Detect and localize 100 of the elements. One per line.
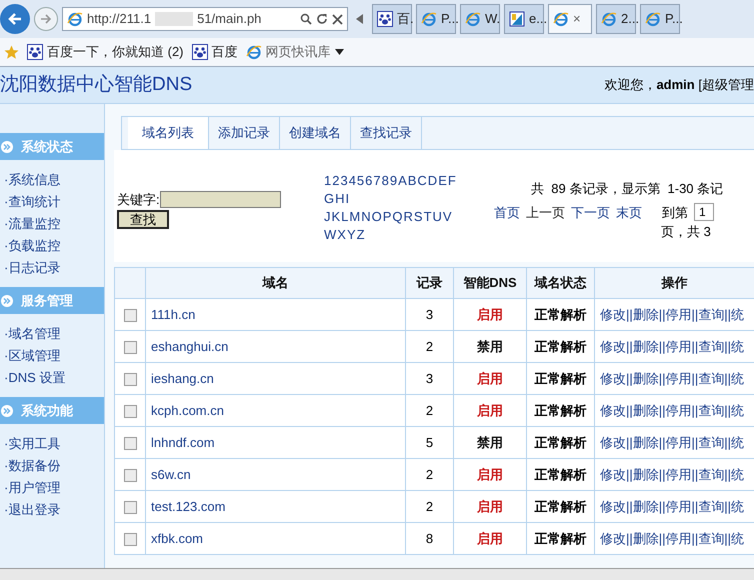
pager-link[interactable]: 末页 (616, 202, 642, 222)
keyword-label: 关键字: (117, 191, 160, 209)
table-cell: 正常解析 (526, 362, 594, 394)
column-header: 域名 (146, 268, 406, 298)
dns-status: 禁用 (454, 330, 526, 362)
sidebar-link[interactable]: ·数据备份 (0, 455, 104, 477)
record-summary: 共 89 条记录，显示第 1-30 条记 (530, 180, 724, 198)
document-icon (509, 11, 525, 27)
page-field[interactable]: 1 (694, 203, 714, 222)
paw-icon (27, 44, 43, 60)
keyword-field[interactable] (160, 191, 281, 208)
domain-link[interactable]: xfbk.com (146, 522, 406, 554)
paw-icon (377, 11, 393, 27)
sidebar-link[interactable]: ·负载监控 (0, 235, 104, 257)
url-text: http://211.1 (87, 10, 152, 28)
browser-logo-icon (465, 11, 481, 27)
paw-icon (192, 44, 208, 60)
domain-link[interactable]: ieshang.cn (146, 362, 406, 394)
sidebar-link[interactable]: ·DNS 设置 (0, 367, 104, 389)
dropdown-caret-icon[interactable] (334, 49, 344, 55)
table-cell: 8 (406, 522, 454, 554)
browser-logo-icon (67, 11, 83, 27)
search-icon[interactable] (300, 13, 312, 25)
sidebar-link[interactable]: ·流量监控 (0, 213, 104, 235)
table-cell: 2 (406, 490, 454, 522)
sidebar-link[interactable]: ·退出登录 (0, 499, 104, 521)
address-bar[interactable]: http://211.1 51/main.ph (62, 7, 348, 31)
table-cell: 正常解析 (526, 330, 594, 362)
sidebar-link[interactable]: ·日志记录 (0, 257, 104, 279)
close-icon[interactable] (332, 14, 343, 24)
table-cell: 2 (406, 330, 454, 362)
welcome-text: 欢迎您，admin [超级管理 (604, 76, 754, 94)
browser-logo-icon (246, 44, 262, 60)
browser-tab[interactable]: W. (460, 4, 500, 34)
page-count: 页，共 3 (660, 223, 712, 241)
column-header: 智能DNS (454, 268, 526, 298)
search-button[interactable]: 查找 (117, 210, 169, 229)
url-text: 51/main.ph (197, 10, 262, 28)
row-checkbox[interactable] (124, 500, 136, 514)
favorite-link[interactable]: 百度一下，你就知道 (2) (27, 42, 184, 62)
dns-status: 启用 (454, 362, 526, 394)
table-cell: 2 (406, 458, 454, 490)
browser-tab[interactable]: 百. (372, 4, 412, 34)
browser-logo-icon (553, 11, 569, 27)
browser-tab[interactable]: × (548, 4, 592, 34)
domain-link[interactable]: lnhndf.com (146, 426, 406, 458)
pager-link[interactable]: 下一页 (571, 202, 610, 222)
row-checkbox[interactable] (124, 404, 136, 418)
sidebar-link[interactable]: ·区域管理 (0, 345, 104, 367)
column-header: 记录 (406, 268, 454, 298)
row-checkbox[interactable] (124, 468, 136, 482)
row-checkbox[interactable] (124, 308, 136, 322)
sidebar-link[interactable]: ·用户管理 (0, 477, 104, 499)
browser-tab[interactable]: P... (416, 4, 456, 34)
back-arrow-icon (7, 11, 23, 27)
table-cell: 正常解析 (526, 490, 594, 522)
browser-tab[interactable]: P... (640, 4, 680, 34)
domain-link[interactable]: test.123.com (146, 490, 406, 522)
redaction-blur (155, 12, 194, 26)
domain-link[interactable]: eshanghui.cn (146, 330, 406, 362)
table-cell: 2 (406, 394, 454, 426)
dns-status: 启用 (454, 298, 526, 330)
sidebar-link[interactable]: ·系统信息 (0, 169, 104, 191)
site-title: 沈阳数据中心智能DNS (0, 72, 192, 97)
domain-link[interactable]: kcph.com.cn (146, 394, 406, 426)
row-checkbox[interactable] (124, 436, 136, 450)
index-letters[interactable]: 123456789ABCDEF (324, 172, 494, 190)
index-letters[interactable]: WXYZ (324, 226, 494, 244)
favorite-link[interactable]: 网页快讯库 (246, 42, 344, 62)
browser-logo-icon (645, 11, 661, 27)
pager-link[interactable]: 首页 (494, 202, 520, 222)
index-letters[interactable]: JKLMNOPQRSTUV (324, 208, 494, 226)
forward-button[interactable] (34, 7, 58, 31)
refresh-icon[interactable] (316, 13, 328, 25)
back-button[interactable] (0, 4, 30, 34)
table-cell: 正常解析 (526, 426, 594, 458)
browser-tab[interactable]: e... (504, 4, 544, 34)
index-letters[interactable]: GHI (324, 190, 494, 208)
table-cell: 正常解析 (526, 522, 594, 554)
table-cell: 3 (406, 362, 454, 394)
sidebar-link[interactable]: ·查询统计 (0, 191, 104, 213)
row-checkbox[interactable] (124, 372, 136, 386)
row-checkbox[interactable] (124, 532, 136, 546)
domain-link[interactable]: s6w.cn (146, 458, 406, 490)
dns-status: 启用 (454, 458, 526, 490)
browser-tab[interactable]: 2... (596, 4, 636, 34)
dns-status: 启用 (454, 490, 526, 522)
pager-link[interactable]: 上一页 (526, 202, 565, 222)
domain-link[interactable]: 111h.cn (146, 298, 406, 330)
favorites-star-icon[interactable] (4, 44, 19, 60)
table-cell: 5 (406, 426, 454, 458)
page-tab[interactable]: 域名列表 (128, 117, 209, 149)
row-checkbox[interactable] (124, 340, 136, 354)
sidebar-link[interactable]: ·域名管理 (0, 323, 104, 345)
sidebar-link[interactable]: ·实用工具 (0, 433, 104, 455)
dns-status: 启用 (454, 522, 526, 554)
column-header: 操作 (594, 268, 754, 298)
tab-scroll-left-icon[interactable] (356, 14, 364, 24)
browser-logo-icon (421, 11, 437, 27)
favorite-link[interactable]: 百度 (192, 42, 238, 62)
